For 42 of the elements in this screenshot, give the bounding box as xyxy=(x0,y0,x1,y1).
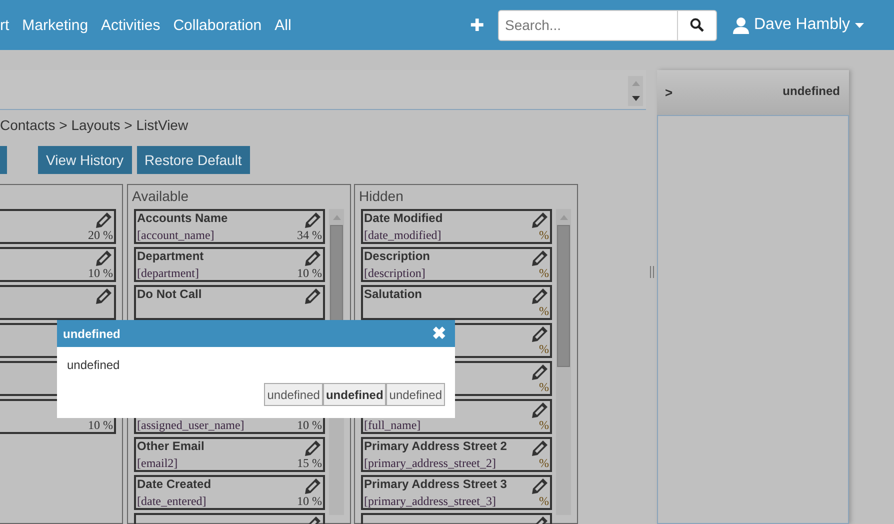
breadcrumb: Contacts > Layouts > ListView xyxy=(0,117,190,135)
field-width: 10 % xyxy=(297,266,322,281)
field-width: 10 % xyxy=(297,418,322,433)
field-label: Department xyxy=(137,249,204,265)
field-label: Primary Address Street 3 xyxy=(364,477,507,493)
field-key: [assigned_user_name] xyxy=(137,418,244,433)
field-key: [email2] xyxy=(137,456,178,471)
column-title: Hidden xyxy=(359,188,404,204)
field-key: [full_name] xyxy=(364,418,421,433)
field-width: 34 % xyxy=(297,228,322,243)
field-width: 10 % xyxy=(297,494,322,509)
field-width: 15 % xyxy=(297,456,322,471)
field-width: % xyxy=(539,304,549,319)
field-label: Description xyxy=(364,249,430,265)
field-key: [date_entered] xyxy=(137,494,206,509)
field-label: Date Modified xyxy=(364,211,443,227)
field-label: Primary Address Street 2 xyxy=(364,439,507,455)
field-width: % xyxy=(539,380,549,395)
field-key: [account_name] xyxy=(137,228,214,243)
dialog-title: undefined xyxy=(63,326,120,340)
field-width: % xyxy=(539,266,549,281)
field-key: [department] xyxy=(137,266,199,281)
field-key: [date_modified] xyxy=(364,228,442,243)
field-width: % xyxy=(539,228,549,243)
field-width: % xyxy=(539,342,549,357)
field-label: Date Created xyxy=(137,477,212,493)
field-width: 20 % xyxy=(88,228,113,243)
field-width: % xyxy=(539,456,549,471)
field-key: [primary_address_street_3] xyxy=(364,494,496,509)
field-width: % xyxy=(539,418,549,433)
panel-title: undefined xyxy=(782,84,840,98)
dialog-message: undefined xyxy=(67,358,121,372)
column-title: Available xyxy=(132,188,189,204)
field-label: Do Not Call xyxy=(137,287,202,303)
field-label: Accounts Name xyxy=(137,211,228,227)
field-key: [description] xyxy=(364,266,426,281)
field-width: % xyxy=(539,494,549,509)
field-width: 10 % xyxy=(88,418,113,433)
field-label: Salutation xyxy=(364,287,422,303)
field-label: Other Email xyxy=(137,439,204,455)
field-key: [primary_address_street_2] xyxy=(364,456,496,471)
field-width: 10 % xyxy=(88,266,113,281)
